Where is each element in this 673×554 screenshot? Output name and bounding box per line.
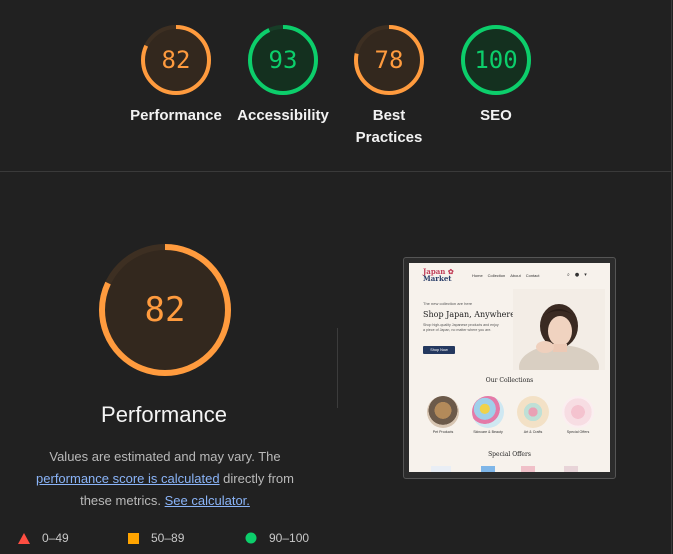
cart-icon: ▾ [584,272,587,278]
hero-text: Shop high-quality Japanese products and … [423,323,499,332]
score-description: Values are estimated and may vary. The p… [36,449,294,508]
performance-main-gauge: 82 [96,241,234,379]
green-circle-icon [245,532,257,544]
vertical-divider [337,328,338,408]
performance-score: 82 [145,290,186,330]
collection-offers: Special Offers [558,396,598,434]
hero-kicker: The new collection are here [423,301,473,306]
offer-image [431,466,451,472]
offer-image [564,466,578,472]
gauge-score: 78 [375,46,404,74]
red-triangle-icon [18,532,30,544]
user-icon: ● [574,272,580,278]
see-calculator-link[interactable]: See calculator. [165,493,250,508]
offer-image [521,466,535,472]
gauge-seo[interactable]: 100 SEO [416,23,576,127]
orange-square-icon [128,532,139,544]
legend-fail: 0–49 [18,531,69,545]
hero-title: Shop Japan, Anywhere [423,310,515,319]
score-calculation-link[interactable]: performance score is calculated [36,471,220,486]
legend-average: 50–89 [128,531,184,545]
site-logo: Japan ✿ Market [423,267,454,283]
offer-image [481,466,495,472]
collection-pet: Pet Products [423,396,463,434]
gauge-score: 93 [269,46,298,74]
collections-title: Our Collections [485,377,534,384]
collection-art: Art & Crafts [513,396,553,434]
collection-skincare: Skincare & Beauty [468,396,508,434]
gauge-score: 82 [162,46,191,74]
search-icon: ⌕ [567,272,570,278]
page-screenshot-thumbnail[interactable]: Japan ✿ Market Home Collection About Contac… [403,257,616,479]
hero-portrait-image [513,289,605,370]
performance-title: Performance [101,402,227,427]
legend-pass: 90–100 [245,531,309,545]
site-nav: Home Collection About Contact [472,273,540,278]
site-header-icons: ⌕ ● ▾ [567,272,592,278]
offers-title: Special Offers [488,451,531,458]
website-preview: Japan ✿ Market Home Collection About Contac… [409,263,610,472]
gauge-label: SEO [480,107,512,124]
gauge-score: 100 [474,46,517,74]
shop-now-button: Shop Now [423,346,455,354]
